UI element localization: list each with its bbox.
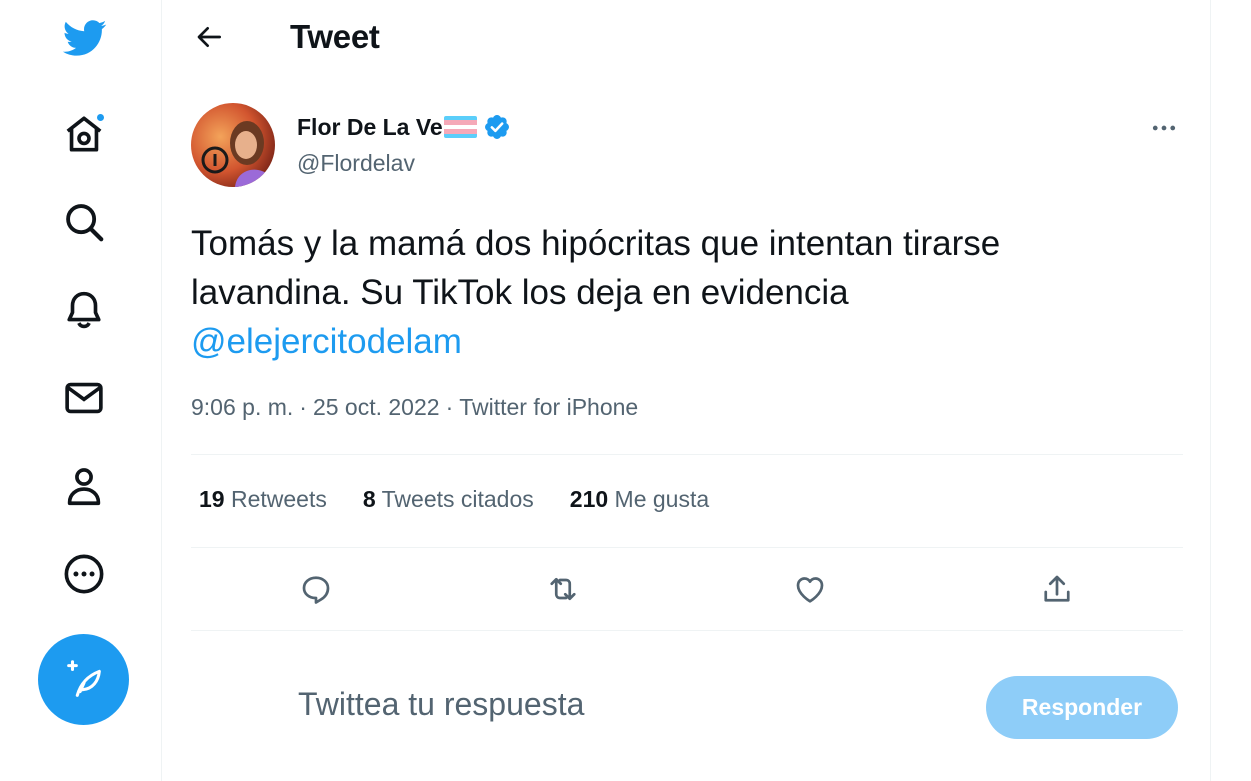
quotes-count: 8 <box>362 486 376 512</box>
retweets-stat[interactable]: 19 Retweets <box>199 486 327 513</box>
author-avatar[interactable] <box>191 103 275 187</box>
profile-icon <box>67 468 101 506</box>
compose-tweet-button[interactable] <box>38 634 129 725</box>
avatar-image <box>191 103 275 187</box>
tweet-more-button[interactable] <box>1144 108 1184 148</box>
author-handle[interactable]: @Flordelav <box>297 150 415 177</box>
page-title: Tweet <box>290 18 380 55</box>
retweet-icon <box>550 577 576 601</box>
tweet-text: Tomás y la mamá dos hipócritas que inten… <box>191 219 1181 366</box>
divider <box>191 630 1183 631</box>
notification-dot <box>95 112 106 123</box>
divider <box>191 454 1183 455</box>
verified-badge-icon <box>483 113 511 141</box>
tweet-time[interactable]: 9:06 p. m. <box>191 394 293 421</box>
nav-messages[interactable] <box>58 372 110 424</box>
tweet-stats: 19 Retweets 8 Tweets citados 210 Me gust… <box>199 486 709 513</box>
retweet-button[interactable] <box>540 566 586 612</box>
reply-icon <box>302 576 330 604</box>
retweets-count: 19 <box>199 486 225 512</box>
tweet-actions <box>191 566 1183 612</box>
nav-more[interactable] <box>58 548 110 600</box>
author-name-text: Flor De La Ve <box>297 113 443 140</box>
share-button[interactable] <box>1034 566 1080 612</box>
like-icon <box>796 577 824 603</box>
tweet-text-line: Tomás y la mamá dos hipócritas que inten… <box>191 224 1001 263</box>
likes-stat[interactable]: 210 Me gusta <box>570 486 709 513</box>
share-icon <box>1044 575 1070 602</box>
reply-input[interactable] <box>298 686 898 723</box>
page-header: Tweet <box>162 0 1210 75</box>
nav-home[interactable] <box>58 108 110 160</box>
meta-separator: · <box>445 394 454 420</box>
twitter-logo-svg <box>62 20 107 56</box>
bell-icon <box>67 291 101 329</box>
mail-icon <box>65 382 103 414</box>
tweet-text-line: lavandina. Su TikTok los deja en evidenc… <box>191 273 849 312</box>
more-circle-icon <box>64 554 104 594</box>
search-icon <box>66 204 104 242</box>
quote-tweets-stat[interactable]: 8 Tweets citados <box>363 486 534 513</box>
reply-button[interactable] <box>293 566 339 612</box>
tweet-metadata: 9:06 p. m. · 25 oct. 2022 · Twitter for … <box>191 394 638 421</box>
tweet-detail-column: Tweet Flor De La Ve @Flordelav Tomás y l… <box>161 0 1211 781</box>
mention-link[interactable]: @elejercitodelam <box>191 322 462 361</box>
compose-icon <box>66 659 101 697</box>
more-dots-icon <box>1152 125 1176 131</box>
back-arrow-icon <box>197 27 221 47</box>
trans-flag-icon <box>443 116 477 138</box>
nav-profile[interactable] <box>58 460 110 512</box>
retweets-label: Retweets <box>230 486 327 512</box>
likes-count: 210 <box>569 486 609 512</box>
likes-label: Me gusta <box>614 486 710 512</box>
sidebar <box>0 0 162 781</box>
reply-submit-button[interactable]: Responder <box>986 676 1178 739</box>
meta-separator: · <box>299 394 307 420</box>
like-button[interactable] <box>787 566 833 612</box>
tweet-date[interactable]: 25 oct. 2022 <box>313 394 440 421</box>
tweet-source[interactable]: Twitter for iPhone <box>459 394 638 421</box>
divider <box>191 547 1183 548</box>
nav-notifications[interactable] <box>58 284 110 336</box>
nav-explore[interactable] <box>58 196 110 248</box>
twitter-logo-icon[interactable] <box>58 12 110 64</box>
back-button[interactable] <box>188 16 230 58</box>
quotes-label: Tweets citados <box>381 486 534 512</box>
author-name[interactable]: Flor De La Ve <box>297 113 511 141</box>
